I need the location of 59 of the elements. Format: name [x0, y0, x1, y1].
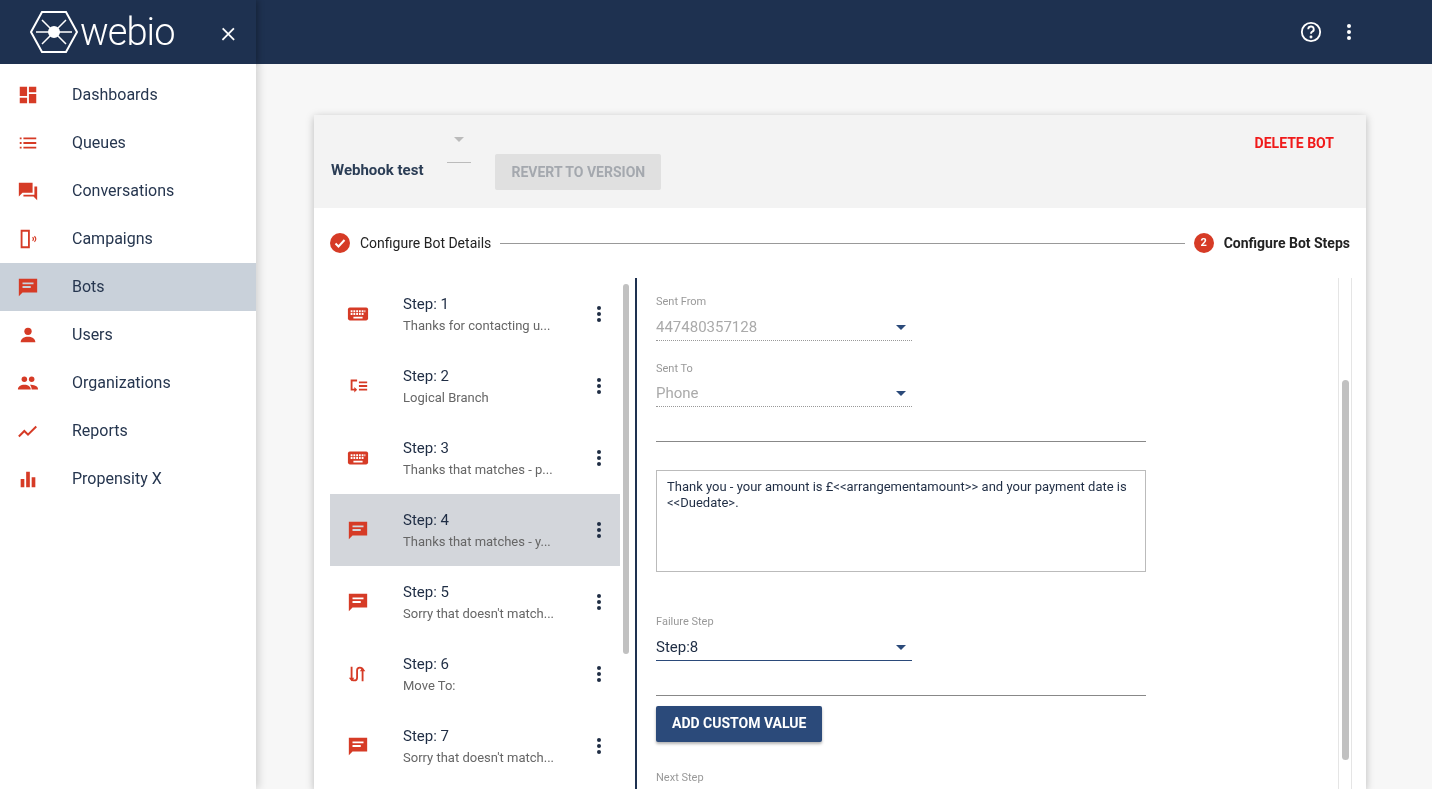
sidebar-item[interactable]: Propensity X [0, 455, 256, 503]
sidebar-item[interactable]: Organizations [0, 359, 256, 407]
step-subtitle: Thanks that matches - y... [403, 532, 552, 551]
message-icon [347, 519, 369, 541]
delete-bot-button[interactable]: DELETE BOT [1254, 133, 1334, 154]
close-button[interactable]: × [220, 17, 237, 47]
more-icon[interactable] [596, 737, 602, 755]
logo-text: webio [80, 13, 175, 51]
grid-icon [17, 84, 39, 106]
chat-icon [17, 180, 39, 202]
caret-icon [896, 324, 906, 330]
sidebar-item[interactable]: Bots [0, 263, 256, 311]
more-icon[interactable] [596, 305, 602, 323]
step-title: Step: 5 [403, 582, 450, 603]
sidebar-item[interactable]: Dashboards [0, 71, 256, 119]
step-title: Step: 7 [403, 726, 450, 747]
message-icon [17, 276, 39, 298]
step-subtitle: Sorry that doesn't match... [403, 604, 555, 623]
field-label: Failure Step [656, 614, 715, 630]
step-subtitle: Logical Branch [403, 388, 490, 407]
step-subtitle: Sorry that doesn't match... [403, 748, 555, 767]
bot-name: Webhook test [331, 159, 424, 181]
logo-icon [30, 10, 78, 54]
field-label: Sent To [656, 360, 694, 377]
more-icon[interactable] [596, 377, 602, 395]
step-title: Step: 2 [403, 366, 450, 387]
sidebar-item[interactable]: Conversations [0, 167, 256, 215]
field-label: Sent From [656, 294, 708, 310]
message-icon [347, 735, 369, 757]
sidebar-item[interactable]: Reports [0, 407, 256, 455]
step-title: Step: 4 [403, 510, 450, 531]
more-icon[interactable] [596, 665, 602, 683]
step-subtitle: Thanks that matches - p... [403, 460, 554, 479]
sidebar-item[interactable]: Users [0, 311, 256, 359]
field-label: Next Step [656, 770, 704, 784]
more-icon[interactable] [596, 521, 602, 539]
message-icon [347, 591, 369, 613]
stepper-label: Configure Bot Steps [1223, 233, 1350, 253]
step-subtitle: Thanks for contacting u... [403, 316, 552, 335]
message-field[interactable]: Thank you - your amount is £<<arrangementamount>> and your payment date is <<Duedate>. [656, 470, 1146, 572]
select-field[interactable]: Step:8 [656, 634, 912, 661]
more-icon[interactable] [596, 593, 602, 611]
more-icon[interactable] [1346, 23, 1352, 41]
caret-icon [896, 644, 906, 650]
sidebar-item[interactable]: Campaigns [0, 215, 256, 263]
step-subtitle: Move To: [403, 676, 457, 695]
sidebar-item[interactable]: Queues [0, 119, 256, 167]
step-title: Step: 3 [403, 438, 450, 459]
step-title: Step: 1 [403, 294, 450, 315]
caret-icon [896, 391, 906, 396]
stepper-label: Configure Bot Details [360, 233, 492, 253]
scrollbar[interactable] [1338, 278, 1352, 789]
more-icon[interactable] [596, 449, 602, 467]
help-icon[interactable] [1300, 21, 1322, 43]
step-title: Step: 6 [403, 654, 450, 675]
step-number: 2 [1193, 233, 1214, 253]
caret-icon [454, 137, 465, 142]
add-custom-value-button[interactable]: ADD CUSTOM VALUE [656, 705, 823, 742]
step-item[interactable]: Step: 4 Thanks that matches - y... [330, 494, 620, 566]
